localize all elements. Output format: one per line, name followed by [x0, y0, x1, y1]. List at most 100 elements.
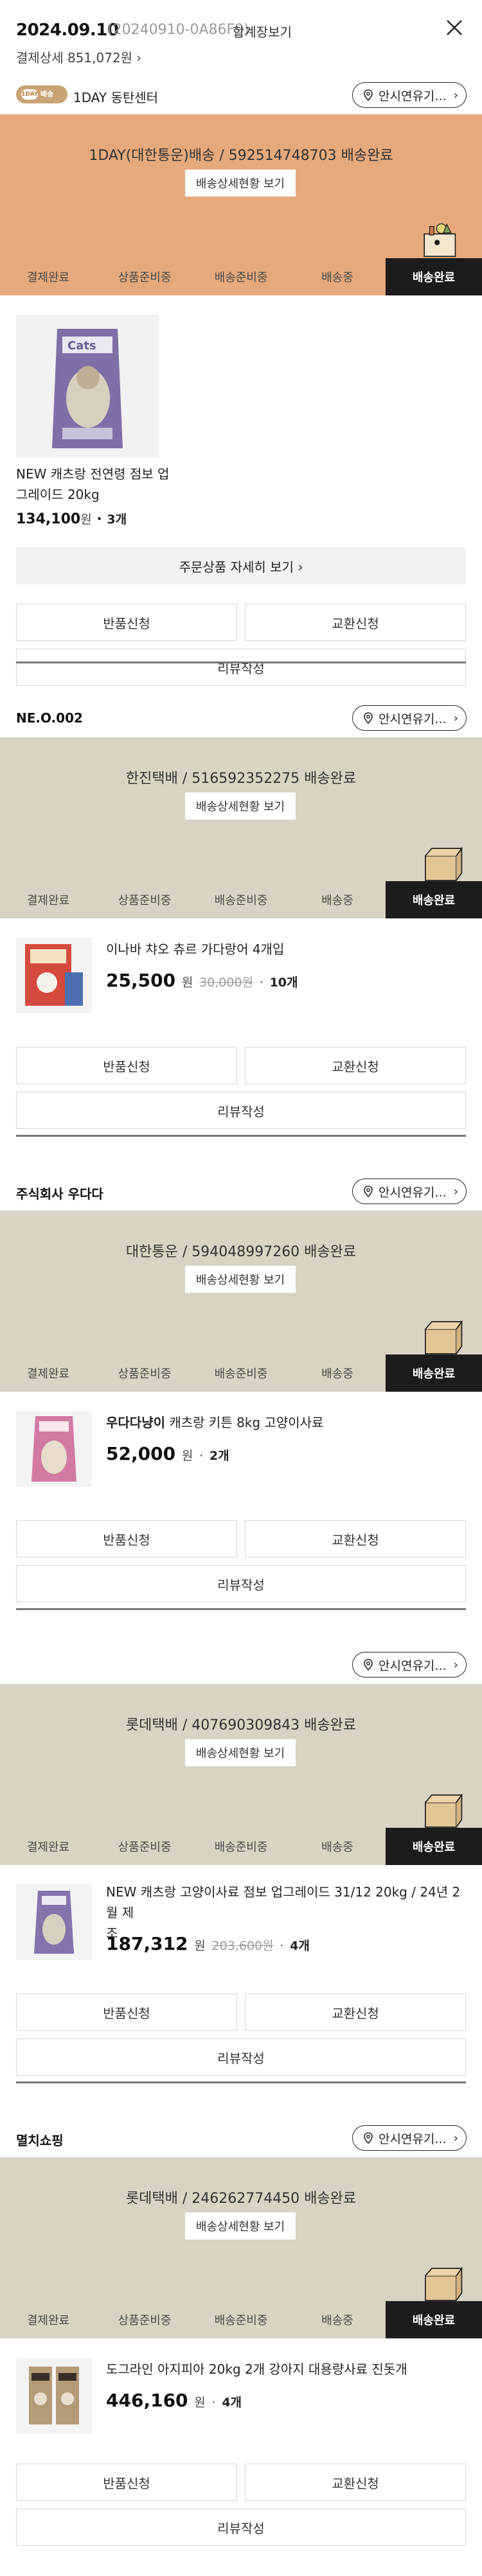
delivery-progress-steps: 결제완료 상품준비중 배송준비중 배송중 배송완료 — [0, 1354, 482, 1392]
seller-row: 안시연유기... › — [0, 1647, 482, 1684]
step-preparing-delivery: 배송준비중 — [214, 1367, 268, 1381]
delivery-status-text: 대한통운 / 594048997260 배송완료 — [125, 1244, 357, 1260]
step-preparing-product: 상품준비중 — [118, 2314, 172, 2327]
exchange-request-button[interactable]: 교환신청 — [245, 1993, 466, 2031]
cat-food-bag-image — [34, 1891, 74, 1954]
write-review-button[interactable]: 리뷰작성 — [16, 649, 466, 686]
payment-detail-link[interactable]: 결제상세 851,072원 › — [16, 48, 141, 66]
step-shipping: 배송중 — [321, 1841, 353, 1854]
inquiry-label: 안시연유기... — [379, 89, 447, 103]
seller-inquiry-button[interactable]: 안시연유기... › — [352, 705, 467, 731]
original-price: 30,000원 — [199, 976, 254, 990]
inquiry-label: 안시연유기... — [379, 1658, 447, 1673]
order-product-detail-button[interactable]: 주문상품 자세히 보기 › — [16, 547, 466, 584]
delivery-detail-button[interactable]: 배송상세현황 보기 — [185, 793, 296, 819]
shipment-section: 주식회사 우다다 안시연유기... › 대한통운 / 594048997260 배… — [0, 1135, 482, 1647]
write-review-button[interactable]: 리뷰작성 — [16, 2038, 466, 2076]
product-brand: 우다다냥이 — [106, 1415, 165, 1430]
combine-shopping-link[interactable]: 합계장보기 — [233, 22, 292, 40]
chevron-right-icon: › — [453, 89, 458, 102]
section-divider — [16, 662, 466, 663]
step-delivered: 배송완료 — [386, 881, 482, 918]
price-value: 134,100 — [16, 511, 81, 527]
step-preparing-delivery: 배송준비중 — [214, 2314, 268, 2327]
delivery-detail-button[interactable]: 배송상세현황 보기 — [185, 1739, 296, 1766]
chevron-right-icon: › — [453, 1658, 458, 1672]
order-detail-page: { "header": { "date": "2024.09.10", "ord… — [0, 0, 482, 2576]
product-price: 187,312 원 203,600원 · 4개 — [106, 1933, 310, 1954]
product-item[interactable]: 도그라인 아지피아 20kg 2개 강아지 대용량사료 진돗개 446,160 … — [0, 2338, 482, 2576]
inquiry-label: 안시연유기... — [379, 2132, 447, 2146]
shopping-bag-icon — [424, 223, 456, 258]
step-paid: 결제완료 — [26, 271, 70, 285]
seller-inquiry-button[interactable]: 안시연유기... › — [352, 1652, 467, 1678]
product-price: 25,500 원 30,000원 · 10개 — [106, 970, 298, 991]
step-delivered: 배송완료 — [386, 1354, 482, 1392]
write-review-button[interactable]: 리뷰작성 — [16, 1092, 466, 1129]
chevron-right-icon: › — [453, 712, 458, 725]
inquiry-label: 안시연유기... — [379, 712, 447, 726]
delivery-status-text: 롯데택배 / 407690309843 배송완료 — [125, 1717, 357, 1733]
product-price: 52,000 원 · 2개 — [106, 1443, 229, 1464]
chevron-right-icon: › — [453, 1185, 458, 1198]
return-request-button[interactable]: 반품신청 — [16, 1520, 237, 1557]
delivery-detail-button[interactable]: 배송상세현황 보기 — [185, 2212, 296, 2239]
delivery-progress-steps: 결제완료 상품준비중 배송준비중 배송중 배송완료 — [0, 258, 482, 295]
exchange-request-button[interactable]: 교환신청 — [245, 1047, 466, 1084]
price-unit: 원 — [80, 513, 92, 527]
logo-badge: 1DAY — [21, 89, 38, 100]
seller-name: 1DAY 동탄센터 — [73, 90, 159, 105]
exchange-request-button[interactable]: 교환신청 — [245, 2464, 466, 2501]
seller-inquiry-button[interactable]: 안시연유기... › — [352, 82, 467, 108]
product-name: 도그라인 아지피아 20kg 2개 강아지 대용량사료 진돗개 — [106, 2361, 407, 2377]
product-name: NEW 캐츠랑 전연령 점보 업 그레이드 20kg — [16, 464, 170, 505]
write-review-button[interactable]: 리뷰작성 — [16, 2509, 466, 2546]
svg-text:Cats: Cats — [67, 339, 96, 353]
location-pin-icon — [364, 1659, 373, 1671]
price-value: 187,312 — [106, 1933, 188, 1954]
exchange-request-button[interactable]: 교환신청 — [245, 1520, 466, 1557]
seller-inquiry-button[interactable]: 안시연유기... › — [352, 2125, 467, 2151]
write-review-button[interactable]: 리뷰작성 — [16, 1565, 466, 1602]
seller-row: NE.O.002 안시연유기... › — [0, 700, 482, 737]
close-button[interactable] — [443, 17, 465, 39]
step-paid: 결제완료 — [26, 894, 70, 907]
delivery-detail-button[interactable]: 배송상세현황 보기 — [185, 1266, 296, 1293]
delivery-status-banner: 1DAY(대한통운)배송 / 592514748703 배송완료 배송상세현황 … — [0, 114, 482, 295]
price-unit: 원 — [181, 1449, 193, 1463]
section-divider — [16, 1608, 466, 1610]
section-divider — [16, 2081, 466, 2083]
delivery-detail-button[interactable]: 배송상세현황 보기 — [185, 170, 296, 197]
product-image — [16, 938, 92, 1013]
delivery-box-icon — [425, 846, 463, 881]
return-request-button[interactable]: 반품신청 — [16, 1993, 237, 2031]
return-request-button[interactable]: 반품신청 — [16, 604, 237, 641]
seller-inquiry-button[interactable]: 안시연유기... › — [352, 1178, 467, 1204]
product-quantity: 4개 — [290, 1939, 310, 1953]
order-number: (20240910-0A86F9) — [107, 22, 249, 38]
product-image: Cats — [16, 315, 159, 457]
price-value: 52,000 — [106, 1443, 176, 1464]
step-shipping: 배송중 — [321, 1367, 353, 1381]
cat-food-bag-image: Cats — [52, 329, 123, 448]
section-divider — [16, 1135, 466, 1137]
product-image — [16, 1884, 92, 1960]
step-paid: 결제완료 — [26, 1841, 70, 1854]
return-request-button[interactable]: 반품신청 — [16, 2464, 237, 2501]
inquiry-label: 안시연유기... — [379, 1185, 447, 1200]
seller-name: 주식회사 우다다 — [16, 1186, 103, 1202]
delivery-status-text: 롯데택배 / 246262774450 배송완료 — [125, 2191, 357, 2207]
product-name: 이나바 챠오 츄르 가다랑어 4개입 — [106, 942, 285, 957]
delivery-status-text: 한진택배 / 516592352275 배송완료 — [125, 771, 357, 787]
step-preparing-product: 상품준비중 — [118, 894, 172, 907]
step-preparing-product: 상품준비중 — [118, 1367, 172, 1381]
product-item[interactable]: Cats NEW 캐츠랑 전연령 점보 업 그레이드 20kg 134,100원… — [0, 295, 482, 700]
step-preparing-delivery: 배송준비중 — [214, 271, 268, 285]
return-request-button[interactable]: 반품신청 — [16, 1047, 237, 1084]
delivery-status-banner: 대한통운 / 594048997260 배송완료 배송상세현황 보기 결제완료 … — [0, 1211, 482, 1392]
product-name-text: 캐츠랑 키튼 8kg 고양이사료 — [169, 1415, 324, 1430]
payment-detail-label: 결제상세 851,072원 — [16, 50, 133, 66]
product-name-line: 그레이드 20kg — [16, 487, 100, 502]
exchange-request-button[interactable]: 교환신청 — [245, 604, 466, 641]
product-quantity: 4개 — [222, 2396, 242, 2410]
